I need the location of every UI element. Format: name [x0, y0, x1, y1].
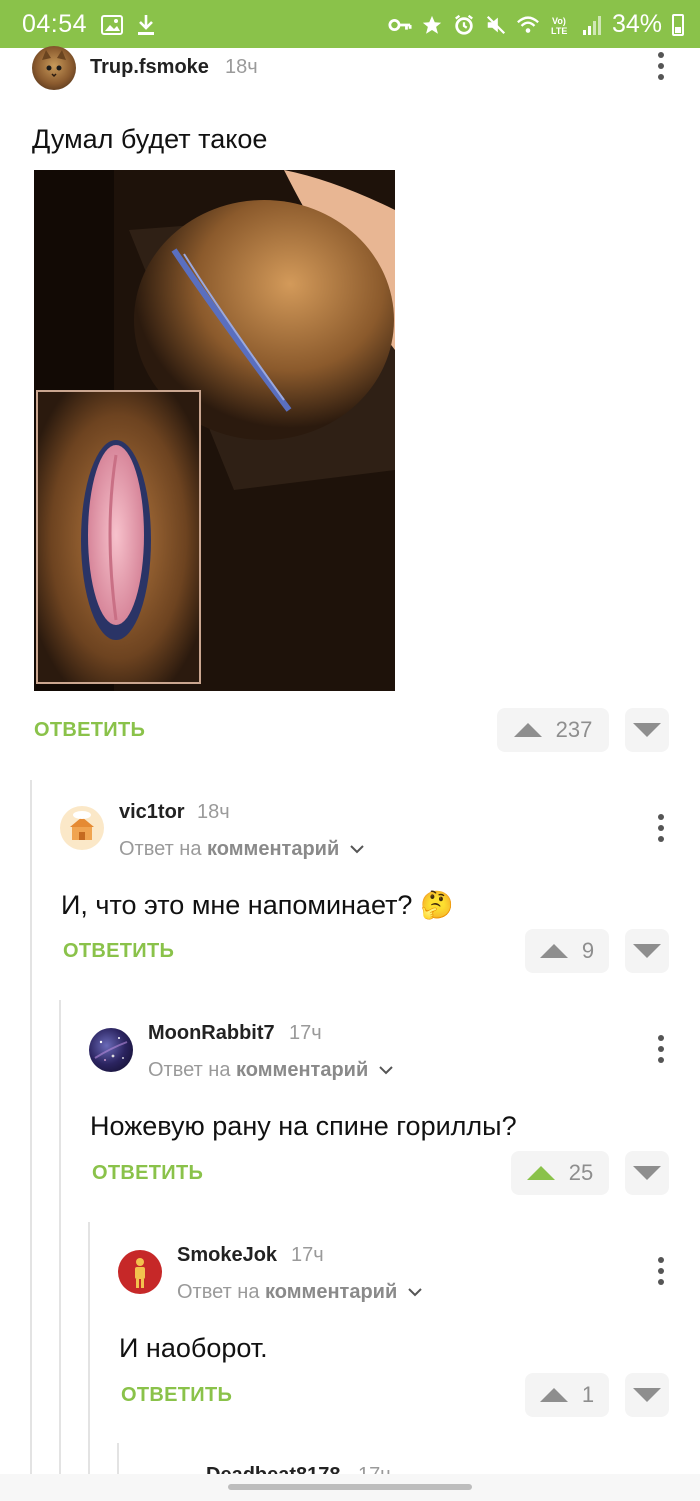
comment-time: 17ч — [358, 1464, 391, 1474]
username[interactable]: Deadbeat8178 — [206, 1464, 341, 1474]
comment: Deadbeat8178 17ч — [0, 0, 700, 1474]
home-gesture-handle[interactable] — [228, 1484, 472, 1490]
